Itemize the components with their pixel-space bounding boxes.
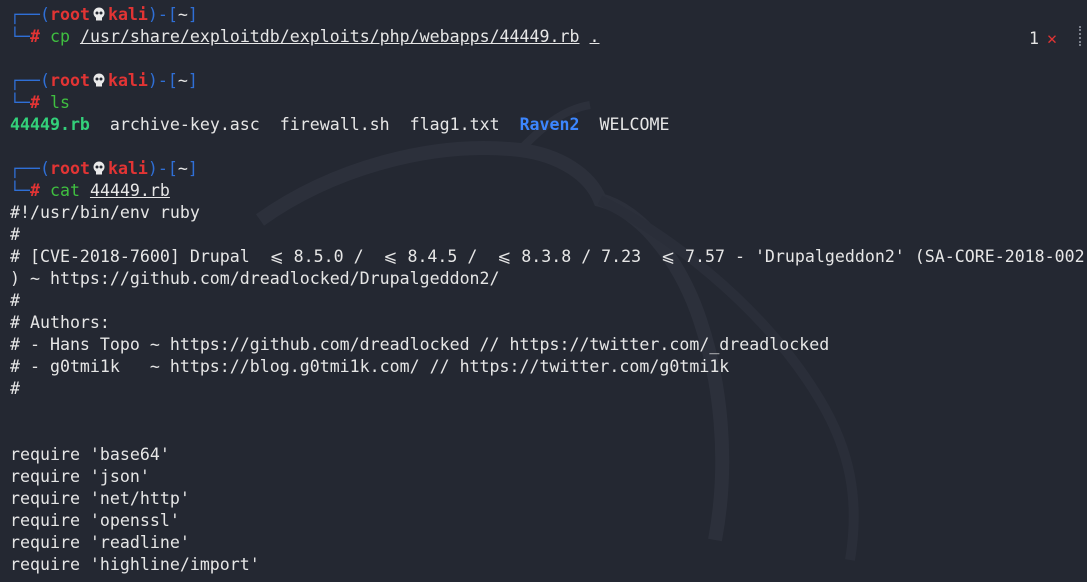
skull-icon bbox=[93, 161, 105, 175]
file-line: # bbox=[10, 291, 20, 310]
file-line: # - g0tmi1k ~ https://blog.g0tmi1k.com/ … bbox=[10, 357, 730, 376]
file-line: # bbox=[10, 379, 20, 398]
prompt-line-top: ┌──(root kali)-[~] bbox=[10, 5, 198, 24]
command-name: cat bbox=[49, 181, 80, 200]
ls-entry-directory: Raven2 bbox=[519, 115, 580, 134]
command-line: └─# ls bbox=[10, 93, 70, 112]
file-line: require 'net/http' bbox=[10, 489, 190, 508]
file-line bbox=[10, 422, 1087, 444]
command-line: └─# cp /usr/share/exploitdb/exploits/php… bbox=[10, 27, 600, 46]
command-name: ls bbox=[49, 93, 70, 112]
ls-entry: archive-key.asc bbox=[109, 115, 260, 134]
file-line: # - Hans Topo ~ https://github.com/dread… bbox=[10, 335, 830, 354]
command-name: cp bbox=[49, 27, 70, 46]
ls-output: 44449.rb archive-key.asc firewall.sh fla… bbox=[10, 114, 1087, 136]
ls-entry: flag1.txt bbox=[409, 115, 500, 134]
ls-entry: WELCOME bbox=[599, 115, 670, 134]
scrollbar[interactable] bbox=[1079, 26, 1085, 46]
command-arg: 44449.rb bbox=[89, 181, 170, 200]
terminal-window[interactable]: ┌──(root kali)-[~] └─# cp /usr/share/expl… bbox=[0, 0, 1087, 582]
file-line: #!/usr/bin/env ruby bbox=[10, 203, 200, 222]
ls-entry: firewall.sh bbox=[279, 115, 390, 134]
prompt-line-top: ┌──(root kali)-[~] bbox=[10, 159, 198, 178]
file-line: # [CVE-2018-7600] Drupal ⩽ 8.5.0 / ⩽ 8.4… bbox=[10, 247, 1085, 266]
command-arg: /usr/share/exploitdb/exploits/php/webapp… bbox=[79, 27, 580, 46]
file-line: require 'json' bbox=[10, 467, 150, 486]
command-line: └─# cat 44449.rb bbox=[10, 181, 170, 200]
file-line: # Authors: bbox=[10, 313, 110, 332]
skull-icon bbox=[93, 73, 105, 87]
file-line: ) ~ https://github.com/dreadlocked/Drupa… bbox=[10, 269, 500, 288]
prompt-line-top: ┌──(root kali)-[~] bbox=[10, 71, 198, 90]
file-line: # bbox=[10, 225, 20, 244]
file-line: require 'readline' bbox=[10, 533, 190, 552]
file-line: require 'openssl' bbox=[10, 511, 180, 530]
file-line: require 'base64' bbox=[10, 445, 170, 464]
ls-entry: 44449.rb bbox=[10, 115, 90, 134]
file-line bbox=[10, 400, 1087, 422]
exit-status-count: 1 bbox=[1029, 29, 1039, 48]
error-x-icon: ✕ bbox=[1047, 29, 1057, 48]
file-line: require 'highline/import' bbox=[10, 555, 260, 574]
exit-status: 1 ✕ bbox=[1029, 28, 1057, 50]
skull-icon bbox=[93, 7, 105, 21]
command-arg: . bbox=[589, 27, 600, 46]
